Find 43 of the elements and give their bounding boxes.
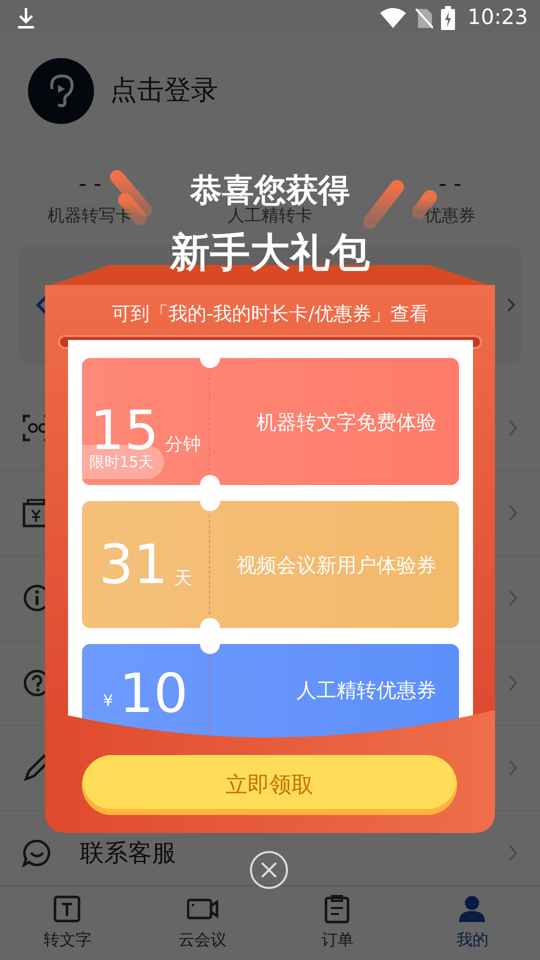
popup-title: 恭喜您获得 (190, 170, 350, 209)
chevron-icon[interactable] (508, 589, 518, 607)
chevron-icon[interactable] (508, 674, 518, 692)
battery-icon (441, 6, 456, 30)
close-icon (259, 860, 279, 880)
chevron-icon[interactable] (508, 844, 518, 862)
coupon-description: 视频会议新用户体验券 (236, 552, 438, 578)
ticket-notch (200, 358, 220, 368)
currency-sign: ¥ (103, 690, 114, 712)
chevron-icon[interactable] (508, 504, 518, 522)
popup-heading: 新手大礼包 (170, 231, 370, 275)
nav-tab[interactable]: 转文字 (0, 886, 135, 960)
chat-icon (22, 838, 52, 868)
text-icon (52, 894, 84, 924)
no-sim-icon (415, 7, 434, 29)
stat-value: - - (438, 172, 462, 197)
chevron-icon[interactable] (508, 419, 518, 437)
coupon-amount: 10 (119, 666, 188, 720)
nav-tab[interactable]: 订单 (270, 886, 405, 960)
stat-value: - - (78, 172, 102, 197)
ticket-notch (200, 618, 220, 628)
ticket-notch (200, 644, 220, 654)
coupon-unit: 分钟 (164, 432, 201, 456)
stat-label[interactable]: 优惠券 (424, 204, 476, 230)
ticket-notch (200, 501, 220, 511)
popup-hint: 可到「我的-我的时长卡/优惠券」查看 (110, 302, 430, 327)
chevron-icon (506, 297, 516, 313)
menu-item[interactable]: 联系客服 (80, 835, 176, 871)
coupon-amount: 31 (99, 538, 168, 592)
claim-button[interactable]: 立即领取 (82, 755, 457, 815)
status-time: 10:23 (467, 4, 528, 32)
login-link[interactable]: 点击登录 (110, 70, 218, 112)
coupon-description: 人工精转优惠券 (296, 676, 438, 704)
chevron-icon[interactable] (508, 759, 518, 777)
download-icon (16, 7, 36, 29)
ticket-notch (200, 475, 220, 485)
close-button[interactable] (250, 851, 288, 889)
coupon-description: 机器转文字免费体验 (256, 408, 438, 436)
nav-tab[interactable]: 云会议 (135, 886, 270, 960)
stat-label[interactable]: 机器转写卡 (48, 204, 132, 230)
nav-tab[interactable]: 我的 (405, 886, 540, 960)
wifi-icon (379, 7, 408, 29)
coupon-unit: 天 (174, 566, 192, 590)
